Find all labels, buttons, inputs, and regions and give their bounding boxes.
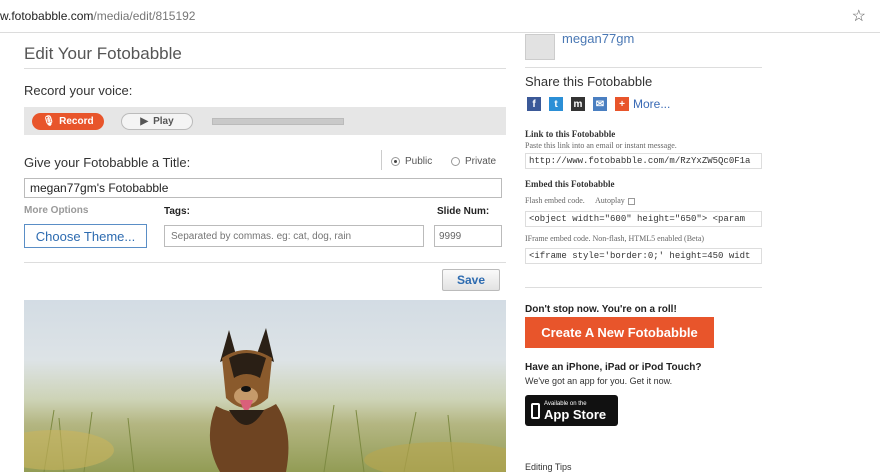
public-radio-label: Public [405,156,433,167]
url-host: w.fotobabble.com [0,9,94,23]
avatar[interactable] [525,34,555,60]
embed-title: Embed this Fotobabble [525,179,615,189]
save-button[interactable]: Save [442,269,500,291]
title-label: Give your Fotobabble a Title: [24,155,191,170]
star-icon[interactable]: ☆ [852,6,866,26]
divider [381,150,382,170]
dog-photo [24,328,506,472]
radio-unchecked-icon [451,157,460,166]
tags-input[interactable] [164,225,424,247]
audio-progress-bar[interactable] [212,118,344,125]
app-store-badge[interactable]: Available on the App Store [525,395,618,426]
public-radio[interactable]: Public [391,156,432,167]
url-path: /media/edit/815192 [93,9,196,23]
link-hint: Paste this link into an email or instant… [525,141,677,150]
choose-theme-button[interactable]: Choose Theme... [24,224,147,248]
title-input[interactable] [24,178,502,198]
facebook-icon[interactable]: f [527,97,541,111]
private-radio-label: Private [465,156,497,167]
link-title: Link to this Fotobabble [525,129,616,139]
tags-label: Tags: [164,206,190,217]
record-button[interactable]: 🎙 Record [32,113,104,130]
autoplay-label: Autoplay [595,196,625,205]
iphone-subtitle: We've got an app for you. Get it now. [525,376,673,386]
divider [525,287,762,288]
flash-embed-code[interactable]: <object width="600" height="650"> <param [525,211,762,227]
record-label: Record your voice: [24,83,133,98]
play-button[interactable]: ▶ Play [121,113,193,130]
play-button-label: Play [153,116,174,127]
more-share-link[interactable]: More... [633,97,670,111]
checkbox-icon[interactable] [627,197,635,205]
address-bar[interactable]: w.fotobabble.com/media/edit/815192 ☆ [0,0,880,33]
more-options-link[interactable]: More Options [24,205,88,216]
radio-checked-icon [391,157,400,166]
link-url-field[interactable]: http://www.fotobabble.com/m/RzYxZW5Qc0F1… [525,153,762,169]
record-button-label: Record [59,116,94,127]
play-icon: ▶ [140,116,149,127]
autoplay-checkbox[interactable]: Autoplay [595,196,635,205]
twitter-icon[interactable]: t [549,97,563,111]
iframe-embed-code[interactable]: <iframe style='border:0;' height=450 wid… [525,248,762,264]
cta-title: Don't stop now. You're on a roll! [525,304,677,315]
private-radio[interactable]: Private [451,156,496,167]
email-icon[interactable]: ✉ [593,97,607,111]
page-title: Edit Your Fotobabble [24,44,182,63]
iphone-title: Have an iPhone, iPad or iPod Touch? [525,362,702,373]
flash-embed-label: Flash embed code. [525,196,585,205]
photo-preview [24,300,506,472]
slide-num-input[interactable] [434,225,502,247]
phone-icon [531,402,540,419]
username-link[interactable]: megan77gm [562,34,634,46]
microphone-icon: 🎙 [42,116,56,127]
editing-tips-heading: Editing Tips [525,462,572,472]
divider [24,262,506,263]
share-buttons: f t m ✉ + More... [527,97,670,111]
create-fotobabble-button[interactable]: Create A New Fotobabble [525,317,714,348]
divider [525,67,762,68]
url-text[interactable]: w.fotobabble.com/media/edit/815192 [0,9,195,23]
slide-num-label: Slide Num: [437,206,490,217]
page-content: Edit Your Fotobabble Record your voice: … [0,34,880,472]
addthis-icon[interactable]: + [615,97,629,111]
iframe-embed-label: IFrame embed code. Non-flash, HTML5 enab… [525,234,705,243]
divider [24,68,506,69]
share-title: Share this Fotobabble [525,74,653,89]
appstore-big-text: App Store [544,406,607,422]
myspace-icon[interactable]: m [571,97,585,111]
